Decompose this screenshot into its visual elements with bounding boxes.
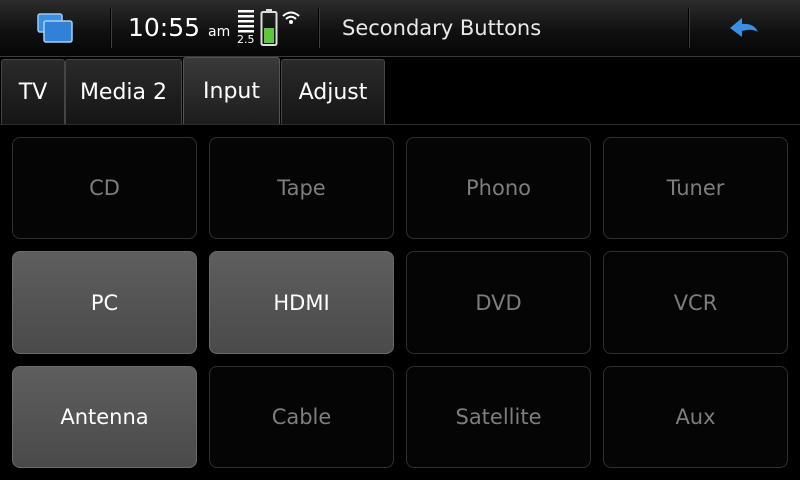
input-button-cable[interactable]: Cable <box>209 366 394 468</box>
status-bar: 10:55 am 2.5 Secondary Buttons <box>0 0 800 57</box>
tab-tv[interactable]: TV <box>1 59 65 125</box>
input-button-phono[interactable]: Phono <box>406 137 591 239</box>
task-switcher-icon[interactable] <box>30 10 84 46</box>
input-button-grid: CD Tape Phono Tuner PC HDMI DVD VCR Ante… <box>0 126 800 480</box>
input-button-cd[interactable]: CD <box>12 137 197 239</box>
input-button-hdmi[interactable]: HDMI <box>209 251 394 354</box>
tab-divider <box>0 124 800 125</box>
tab-media-2[interactable]: Media 2 <box>65 59 182 125</box>
input-button-pc[interactable]: PC <box>12 251 197 354</box>
separator <box>318 8 319 48</box>
input-button-vcr[interactable]: VCR <box>603 251 788 354</box>
input-button-dvd[interactable]: DVD <box>406 251 591 354</box>
input-button-antenna[interactable]: Antenna <box>12 366 197 468</box>
separator <box>688 8 689 48</box>
input-button-aux[interactable]: Aux <box>603 366 788 468</box>
back-button[interactable] <box>712 10 774 46</box>
separator <box>110 8 111 48</box>
tab-bar: TV Media 2 Input Adjust <box>0 57 800 125</box>
clock-time: 10:55 <box>128 13 201 42</box>
tab-adjust[interactable]: Adjust <box>281 59 385 125</box>
input-button-satellite[interactable]: Satellite <box>406 366 591 468</box>
back-arrow-icon <box>730 18 758 37</box>
input-button-tuner[interactable]: Tuner <box>603 137 788 239</box>
wifi-icon <box>282 11 300 24</box>
tab-input[interactable]: Input <box>183 57 280 125</box>
window-title[interactable]: Secondary Buttons <box>342 15 541 41</box>
input-button-tape[interactable]: Tape <box>209 137 394 239</box>
clock-ampm: am <box>208 24 231 40</box>
clock[interactable]: 10:55 am <box>128 13 230 47</box>
status-icons[interactable]: 2.5 <box>236 8 302 48</box>
